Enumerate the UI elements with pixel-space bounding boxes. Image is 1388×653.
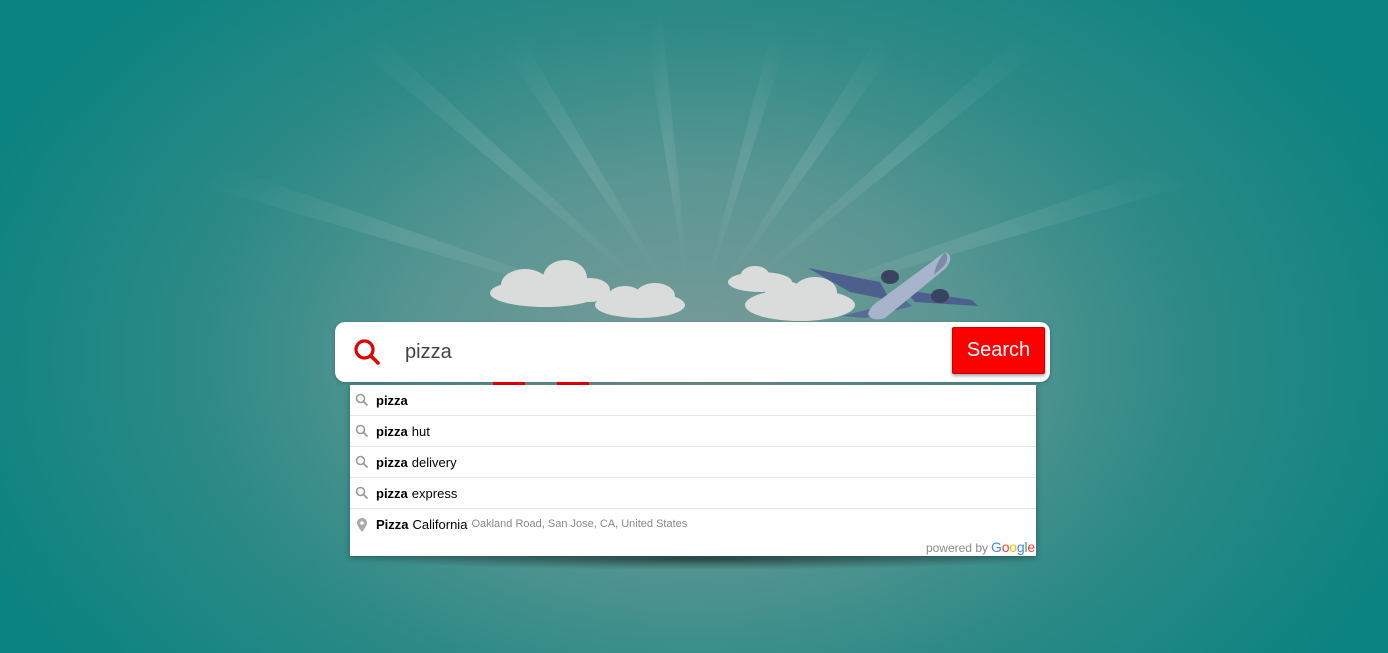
autocomplete-item[interactable]: pizza delivery xyxy=(350,447,1036,478)
autocomplete-completion: California xyxy=(412,516,468,532)
google-logo-letter: G xyxy=(991,539,1002,555)
google-logo-letter: o xyxy=(1009,539,1017,555)
autocomplete-item[interactable]: pizza hut xyxy=(350,416,1036,447)
search-icon xyxy=(355,424,369,438)
clouds-illustration xyxy=(490,260,855,321)
autocomplete-completion: express xyxy=(411,485,458,501)
autocomplete-completion: delivery xyxy=(411,454,457,470)
autocomplete-match: pizza xyxy=(376,454,408,470)
autocomplete-dropdown: pizza pizza hut pizza delivery pizza exp… xyxy=(350,385,1036,556)
google-logo-letter: e xyxy=(1027,539,1035,555)
powered-by-label: powered by xyxy=(925,541,988,555)
search-icon xyxy=(355,393,369,407)
powered-by-google: powered by Google xyxy=(926,539,1035,555)
search-icon[interactable] xyxy=(353,338,381,366)
autocomplete-match: pizza xyxy=(376,485,408,501)
search-input[interactable] xyxy=(403,334,947,370)
autocomplete-item-place[interactable]: Pizza California Oakland Road, San Jose,… xyxy=(350,509,1036,539)
map-pin-icon xyxy=(355,517,369,532)
search-icon xyxy=(355,486,369,500)
google-logo: Google xyxy=(991,539,1035,555)
autocomplete-match: pizza xyxy=(376,392,408,408)
autocomplete-match: Pizza xyxy=(376,516,409,532)
search-button[interactable]: Search xyxy=(952,327,1045,374)
autocomplete-completion: hut xyxy=(411,423,430,439)
autocomplete-item[interactable]: pizza xyxy=(350,385,1036,416)
search-bar: Search xyxy=(335,322,1050,382)
autocomplete-item[interactable]: pizza express xyxy=(350,478,1036,509)
autocomplete-match: pizza xyxy=(376,423,408,439)
search-icon xyxy=(355,455,369,469)
autocomplete-address: Oakland Road, San Jose, CA, United State… xyxy=(471,518,688,530)
